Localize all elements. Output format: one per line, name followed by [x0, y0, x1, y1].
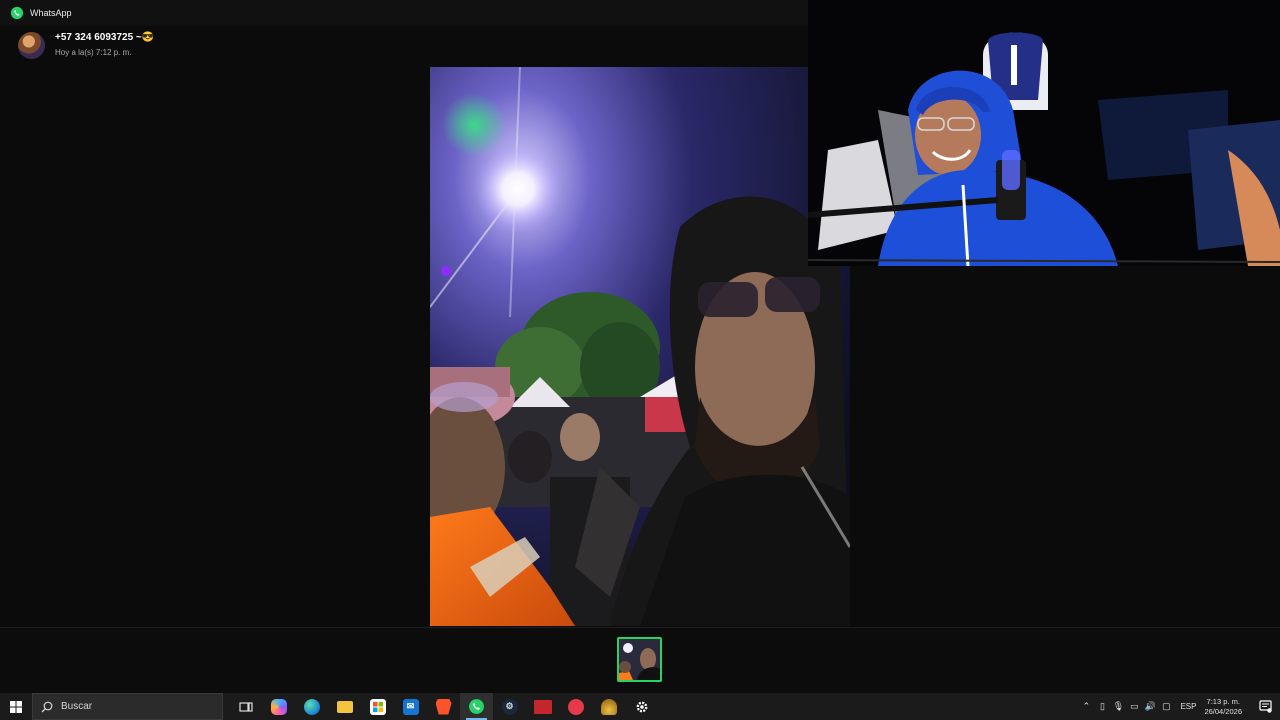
app-title: WhatsApp	[30, 8, 72, 18]
avatar[interactable]	[18, 32, 45, 59]
taskbar-app-gold[interactable]	[592, 693, 625, 720]
start-button[interactable]	[0, 693, 32, 720]
microphone-icon[interactable]: 🎙	[1110, 693, 1126, 720]
tracker-icon	[533, 699, 552, 714]
sent-timestamp: Hoy a la(s) 7:12 p. m.	[55, 48, 132, 57]
folder-icon	[336, 700, 353, 713]
taskbar-copilot[interactable]	[262, 693, 295, 720]
app-titlebar: WhatsApp	[0, 0, 808, 26]
taskbar-tracker[interactable]	[526, 693, 559, 720]
speaker-icon[interactable]: 🔊	[1142, 693, 1158, 720]
taskbar-steam[interactable]: ⚙	[493, 693, 526, 720]
brave-icon	[435, 698, 452, 715]
media-thumbnail-strip	[0, 627, 1280, 693]
media-thumbnail[interactable]	[617, 637, 662, 682]
sender-name: +57 324 6093725 ~😎	[55, 32, 155, 43]
gold-helmet-icon	[600, 698, 617, 715]
taskbar-search-box[interactable]: Buscar	[32, 693, 223, 720]
steam-icon: ⚙	[501, 698, 518, 715]
clock-time: 7:13 p. m.	[1206, 696, 1240, 706]
red-circle-icon	[567, 698, 584, 715]
media-viewer-header: +57 324 6093725 ~😎 Hoy a la(s) 7:12 p. m…	[0, 26, 808, 66]
taskbar-brave[interactable]	[427, 693, 460, 720]
webcam-overlay	[808, 0, 1280, 266]
store-icon	[369, 698, 386, 715]
taskbar-task-view[interactable]	[229, 693, 262, 720]
sender-info: +57 324 6093725 ~😎 Hoy a la(s) 7:12 p. m…	[55, 32, 154, 57]
gear-icon	[636, 701, 647, 712]
taskbar-whatsapp[interactable]	[460, 693, 493, 720]
language-indicator[interactable]: ESP	[1180, 702, 1196, 711]
system-tray: ⌃ ▯ 🎙 ▭ 🔊 ▢ ESP 7:13 p. m. 26/04/2026	[1078, 693, 1280, 720]
mail-icon: ✉	[402, 698, 419, 715]
system-clock[interactable]: 7:13 p. m. 26/04/2026	[1204, 697, 1242, 717]
taskbar-store[interactable]	[361, 693, 394, 720]
copilot-icon	[270, 698, 287, 715]
taskbar-outlook[interactable]: ✉	[394, 693, 427, 720]
edge-icon	[303, 698, 320, 715]
windows-taskbar: Buscar ✉ ⚙ ⌃ ▯ 🎙 ▭ 🔊 ▢ ESP 7:13 p. m. 26…	[0, 693, 1280, 720]
task-view-icon	[238, 701, 253, 712]
notification-icon	[1258, 700, 1272, 713]
taskbar-app-red[interactable]	[559, 693, 592, 720]
whatsapp-icon	[10, 6, 24, 20]
battery-icon[interactable]: ▢	[1158, 693, 1174, 720]
chevron-up-icon[interactable]: ⌃	[1078, 693, 1094, 720]
clock-date: 26/04/2026	[1204, 706, 1242, 716]
taskbar-settings[interactable]	[625, 693, 658, 720]
taskbar-edge[interactable]	[295, 693, 328, 720]
notification-center-button[interactable]	[1250, 693, 1280, 720]
search-placeholder: Buscar	[61, 701, 93, 712]
search-icon	[41, 701, 53, 712]
screen: WhatsApp +57 324 6093725 ~😎 Hoy a la(s) …	[0, 0, 1280, 720]
windows-logo-icon	[10, 700, 22, 713]
taskbar-file-explorer[interactable]	[328, 693, 361, 720]
media-photo	[430, 67, 850, 626]
whatsapp-icon	[469, 699, 484, 714]
network-icon[interactable]: ▭	[1126, 693, 1142, 720]
usb-device-icon[interactable]: ▯	[1094, 693, 1110, 720]
